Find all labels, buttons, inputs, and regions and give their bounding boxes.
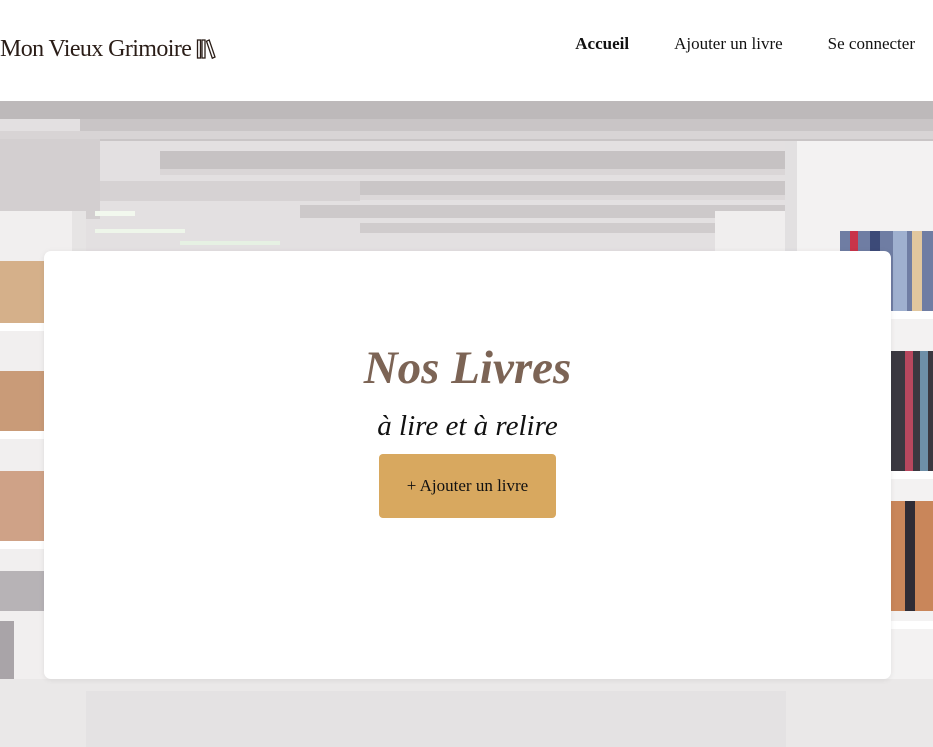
books-icon bbox=[196, 38, 217, 60]
nav-add-book[interactable]: Ajouter un livre bbox=[674, 34, 783, 54]
nav-home[interactable]: Accueil bbox=[575, 34, 629, 54]
nav-login[interactable]: Se connecter bbox=[828, 34, 915, 54]
page-subtitle: à lire et à relire bbox=[377, 410, 558, 442]
site-header: Mon Vieux Grimoire Accueil Ajouter un li… bbox=[0, 0, 933, 101]
logo-text: Mon Vieux Grimoire bbox=[0, 35, 192, 62]
site-logo[interactable]: Mon Vieux Grimoire bbox=[0, 33, 217, 65]
add-book-button[interactable]: + Ajouter un livre bbox=[379, 454, 556, 518]
main-nav: Accueil Ajouter un livre Se connecter bbox=[575, 34, 915, 54]
hero-card: Nos Livres à lire et à relire + Ajouter … bbox=[44, 251, 891, 679]
page-title: Nos Livres bbox=[363, 342, 572, 394]
